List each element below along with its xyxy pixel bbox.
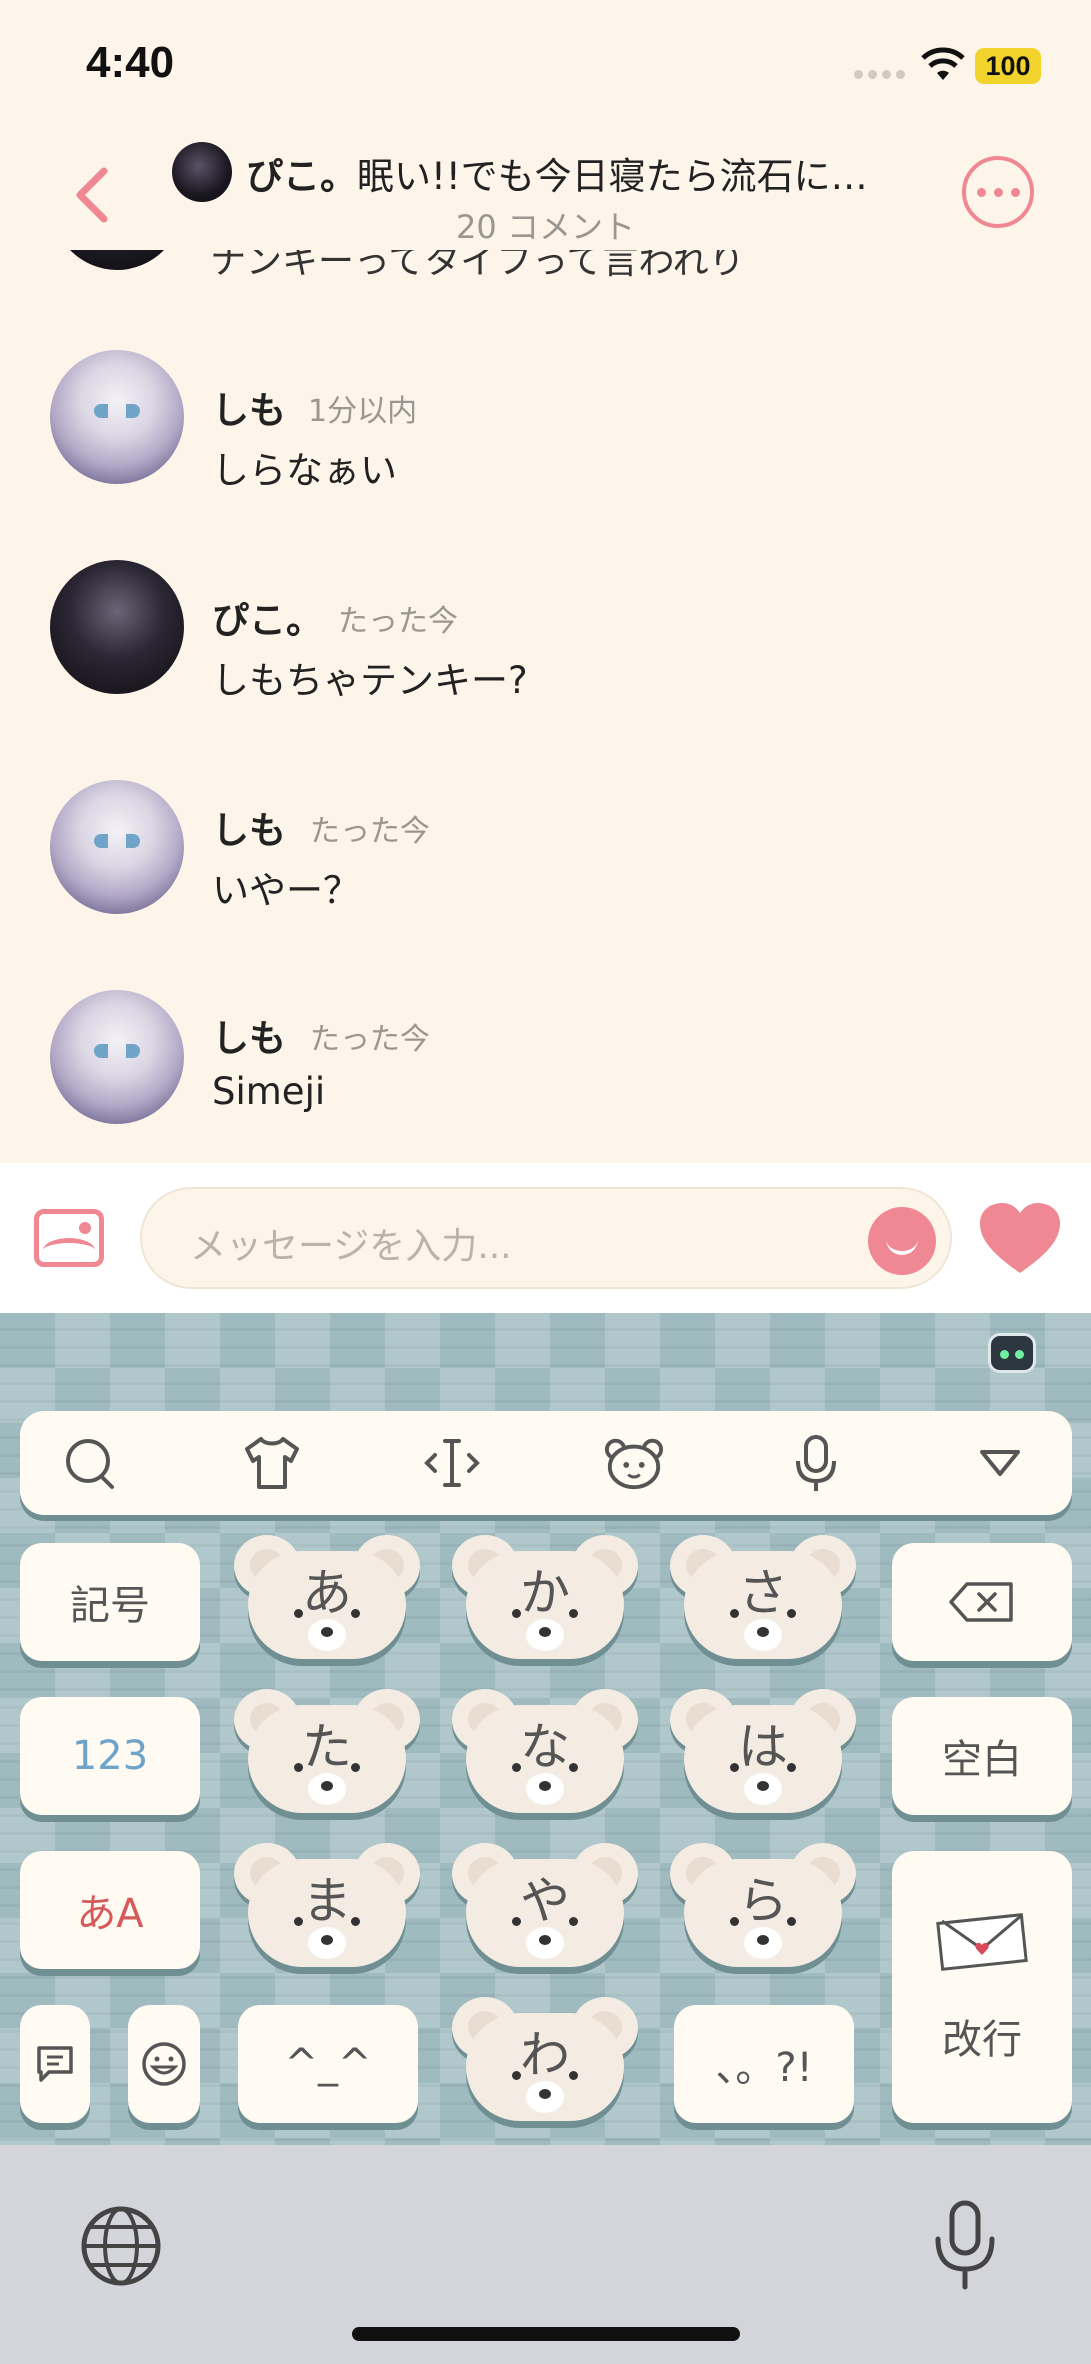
more-options-button[interactable] [962, 156, 1034, 228]
comment-text: しらなぁい [212, 449, 397, 492]
chat-key[interactable] [20, 2005, 90, 2123]
comment-author[interactable]: しも [212, 380, 286, 434]
robot-icon[interactable] [988, 1333, 1036, 1373]
header-avatar[interactable] [172, 142, 232, 202]
emoji-key[interactable] [128, 2005, 200, 2123]
status-time: 4:40 [86, 38, 175, 87]
mic-icon[interactable] [786, 1433, 846, 1493]
avatar[interactable] [50, 350, 184, 484]
shirt-icon[interactable] [242, 1433, 302, 1493]
kaomoji-key[interactable]: ^_^ [238, 2005, 418, 2123]
status-bar: 4:40 100 [0, 0, 1091, 130]
comment-time: 1分以内 [308, 394, 418, 429]
comment-text: Simeji [212, 1070, 326, 1113]
smiley-icon [142, 2042, 186, 2086]
kana-key-na[interactable]: な [452, 1689, 638, 1819]
kana-key-a[interactable]: あ [234, 1535, 420, 1665]
globe-icon[interactable] [80, 2205, 162, 2287]
heart-button[interactable] [978, 1201, 1062, 1277]
comment-item: しも たった今 いやー？ [0, 770, 1091, 970]
cellular-signal-icon [854, 70, 905, 79]
system-keyboard-bar [0, 2145, 1091, 2364]
punctuation-key[interactable]: 、。?! [674, 2005, 854, 2123]
symbols-key[interactable]: 記号 [20, 1543, 200, 1661]
dot-icon [976, 187, 986, 197]
comment-list[interactable]: ナンキーってタイフって言われり しも 1分以内 しらなぁい ぴこ。 たった今 し… [0, 200, 1091, 1162]
comment-item: ぴこ。 たった今 しもちゃテンキー? [0, 560, 1091, 770]
kana-label: ま [302, 1872, 352, 1930]
comment-time: たった今 [310, 1022, 430, 1057]
kana-label: や [520, 1872, 570, 1930]
battery-indicator: 100 [975, 48, 1041, 84]
post-header: ぴこ。眠い!!でも今日寝たら流石に… 20 コメント [0, 130, 1091, 250]
kana-label: な [520, 1718, 570, 1776]
comment-author[interactable]: しも [212, 800, 286, 854]
kana-key-ya[interactable]: や [452, 1843, 638, 1973]
kana-key-sa[interactable]: さ [670, 1535, 856, 1665]
chat-bubble-icon [37, 2046, 73, 2082]
kana-label: た [302, 1718, 352, 1776]
numbers-key[interactable]: 123 [20, 1697, 200, 1815]
avatar[interactable] [50, 780, 184, 914]
message-input[interactable]: メッセージを入力... [140, 1187, 952, 1289]
kana-label: は [738, 1718, 788, 1776]
post-title-text: 眠い!!でも今日寝たら流石に… [357, 155, 868, 198]
wifi-icon [921, 47, 965, 80]
collapse-keyboard-icon[interactable] [970, 1433, 1030, 1493]
kana-label: ら [738, 1872, 788, 1930]
kana-key-ra[interactable]: ら [670, 1843, 856, 1973]
comment-item: しも たった今 Simeji [0, 980, 1091, 1162]
emoji-button[interactable] [868, 1207, 936, 1275]
avatar[interactable] [50, 560, 184, 694]
comment-item: しも 1分以内 しらなぁい [0, 350, 1091, 550]
kana-label: か [520, 1564, 570, 1622]
keyboard-toolbar [20, 1411, 1072, 1515]
dot-icon [993, 187, 1003, 197]
search-icon[interactable] [60, 1433, 120, 1493]
kana-key-wa[interactable]: わ [452, 1997, 638, 2127]
bear-icon[interactable] [604, 1433, 664, 1493]
comment-count: 20 コメント [456, 208, 635, 246]
avatar[interactable] [50, 990, 184, 1124]
message-placeholder: メッセージを入力... [190, 1226, 512, 1267]
backspace-icon [949, 1582, 1013, 1622]
dot-icon [1010, 187, 1020, 197]
message-input-bar: メッセージを入力... [0, 1163, 1091, 1313]
comment-author[interactable]: しも [212, 1008, 286, 1062]
cursor-icon[interactable] [422, 1433, 482, 1493]
home-indicator[interactable] [352, 2327, 740, 2341]
keyboard: 記号 123 あA あ か さ た な は ま や ら ^_^ わ 、。?! 空… [0, 1313, 1091, 2145]
image-picker-button[interactable] [34, 1209, 104, 1267]
space-key[interactable]: 空白 [892, 1697, 1072, 1815]
envelope-icon [936, 1913, 1028, 1971]
kana-key-ma[interactable]: ま [234, 1843, 420, 1973]
backspace-key[interactable] [892, 1543, 1072, 1661]
comment-time: たった今 [310, 814, 430, 849]
comment-text: いやー？ [212, 869, 360, 912]
kana-alpha-toggle-key[interactable]: あA [20, 1851, 200, 1969]
kana-label: わ [520, 2026, 570, 2084]
dictation-mic-icon[interactable] [930, 2197, 1000, 2293]
enter-key[interactable]: 改行 [892, 1851, 1072, 2123]
kana-key-ta[interactable]: た [234, 1689, 420, 1819]
kana-label: さ [738, 1564, 788, 1622]
kana-key-ha[interactable]: は [670, 1689, 856, 1819]
comment-author[interactable]: ぴこ。 [212, 590, 323, 644]
enter-key-label: 改行 [942, 2017, 1022, 2063]
post-title[interactable]: ぴこ。眠い!!でも今日寝たら流石に… [246, 146, 886, 200]
comment-text: しもちゃテンキー? [212, 659, 528, 702]
comment-time: たった今 [338, 604, 458, 639]
kana-key-ka[interactable]: か [452, 1535, 638, 1665]
post-author: ぴこ。 [246, 155, 357, 198]
kana-label: あ [302, 1564, 352, 1622]
